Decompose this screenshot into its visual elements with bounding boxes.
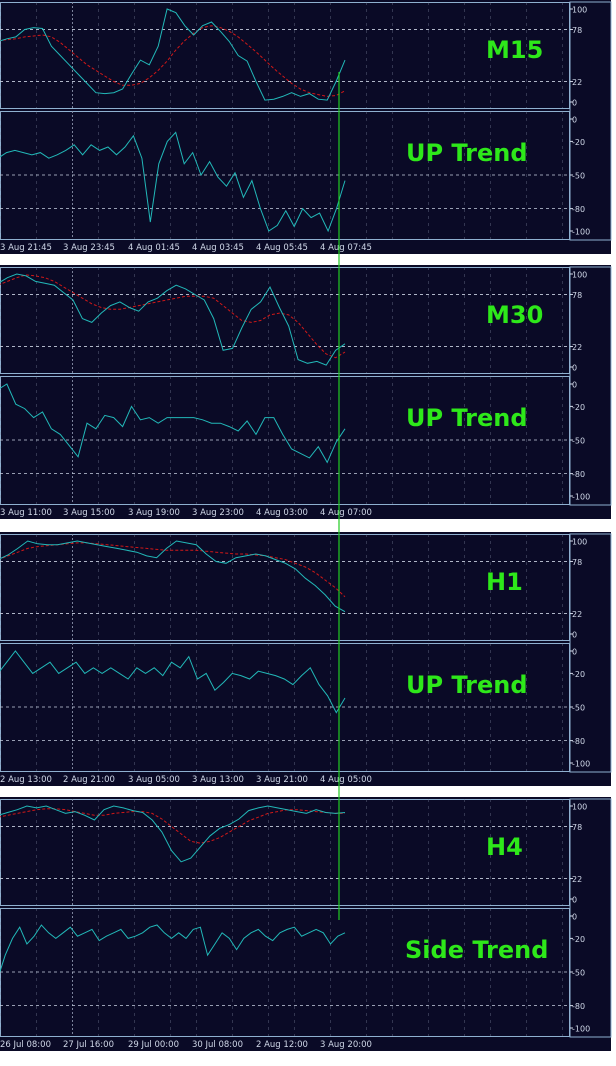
panel-m30: 100 78 22 0 0 -20 -50 -80 -100 3 Aug 11:00 3 Aug 1…: [0, 265, 616, 522]
panel-h1: 100 78 22 0 0 -20 -50 -80 -100 2 Aug 13:00 2 Aug 2…: [0, 532, 616, 789]
lower-tick-label: -50: [572, 704, 585, 713]
upper-tick-label: 22: [572, 875, 582, 884]
lower-tick-label: -80: [572, 1002, 585, 1011]
upper-tick-label: 100: [572, 271, 587, 280]
x-tick-label: 4 Aug 05:00: [320, 775, 372, 785]
x-tick-label: 3 Aug 23:45: [63, 243, 115, 253]
panel-separator: [0, 254, 616, 257]
lower-tick-label: -20: [572, 138, 585, 147]
trend-label: Side Trend: [405, 936, 548, 964]
x-tick-label: 3 Aug 21:00: [256, 775, 308, 785]
lower-tick-label: -80: [572, 205, 585, 214]
trend-label: UP Trend: [406, 671, 528, 699]
lower-tick-label: -100: [572, 493, 590, 502]
x-tick-label: 3 Aug 05:00: [128, 775, 180, 785]
timeframe-label: M15: [486, 36, 543, 64]
lower-tick-label: -50: [572, 969, 585, 978]
x-tick-label: 4 Aug 03:00: [256, 508, 308, 518]
upper-tick-label: 78: [572, 823, 582, 832]
timeframe-label: M30: [486, 301, 543, 329]
lower-tick-label: -50: [572, 437, 585, 446]
lower-tick-label: -100: [572, 760, 590, 769]
upper-tick-label: 100: [572, 803, 587, 812]
x-tick-label: 4 Aug 03:45: [192, 243, 244, 253]
upper-tick-label: 78: [572, 26, 582, 35]
upper-tick-label: 22: [572, 343, 582, 352]
x-tick-label: 30 Jul 08:00: [192, 1040, 243, 1050]
lower-tick-label: -20: [572, 403, 585, 412]
upper-tick-label: 100: [572, 6, 587, 15]
timeframe-label: H4: [486, 833, 523, 861]
upper-tick-label: 22: [572, 78, 582, 87]
panel-separator: [0, 786, 616, 789]
x-tick-label: 3 Aug 11:00: [0, 508, 52, 518]
x-tick-label: 4 Aug 01:45: [128, 243, 180, 253]
upper-tick-label: 0: [572, 631, 577, 640]
lower-tick-label: -100: [572, 1025, 590, 1034]
lower-tick-label: -100: [572, 228, 590, 237]
multi-timeframe-oscillator-chart: 100 78 22 0 0 -20 -50 -80 -100 3 Aug 21:45 3 Aug 2…: [0, 0, 616, 1066]
x-tick-label: 3 Aug 15:00: [63, 508, 115, 518]
upper-tick-label: 100: [572, 538, 587, 547]
x-tick-label: 3 Aug 20:00: [320, 1040, 372, 1050]
panel-m15: 100 78 22 0 0 -20 -50 -80 -100 3 Aug 21:45 3 Aug 2…: [0, 0, 616, 257]
lower-tick-label: -20: [572, 670, 585, 679]
lower-tick-label: 0: [572, 116, 577, 125]
x-tick-label: 3 Aug 13:00: [192, 775, 244, 785]
x-tick-label: 2 Aug 21:00: [63, 775, 115, 785]
x-tick-label: 2 Aug 13:00: [0, 775, 52, 785]
x-tick-label: 26 Jul 08:00: [0, 1040, 51, 1050]
trend-label: UP Trend: [406, 139, 528, 167]
x-tick-label: 2 Aug 12:00: [256, 1040, 308, 1050]
upper-tick-label: 0: [572, 99, 577, 108]
upper-tick-label: 78: [572, 558, 582, 567]
x-tick-label: 4 Aug 05:45: [256, 243, 308, 253]
trend-label: UP Trend: [406, 404, 528, 432]
lower-tick-label: -80: [572, 737, 585, 746]
lower-tick-label: 0: [572, 648, 577, 657]
lower-tick-label: -20: [572, 935, 585, 944]
lower-tick-label: 0: [572, 913, 577, 922]
lower-tick-label: 0: [572, 381, 577, 390]
x-tick-label: 3 Aug 21:45: [0, 243, 52, 253]
x-tick-label: 4 Aug 07:00: [320, 508, 372, 518]
upper-tick-label: 0: [572, 364, 577, 373]
x-tick-label: 27 Jul 16:00: [63, 1040, 114, 1050]
upper-tick-label: 78: [572, 291, 582, 300]
panel-separator: [0, 519, 616, 522]
x-tick-label: 3 Aug 23:00: [192, 508, 244, 518]
timeframe-label: H1: [486, 568, 523, 596]
x-tick-label: 3 Aug 19:00: [128, 508, 180, 518]
x-tick-label: 29 Jul 00:00: [128, 1040, 179, 1050]
x-tick-label: 4 Aug 07:45: [320, 243, 372, 253]
upper-tick-label: 22: [572, 610, 582, 619]
lower-tick-label: -80: [572, 470, 585, 479]
panel-h4: 100 78 22 0 0 -20 -50 -80 -100 26 Jul 08:00 27 Jul…: [0, 797, 616, 1054]
upper-tick-label: 0: [572, 896, 577, 905]
lower-tick-label: -50: [572, 172, 585, 181]
panel-separator: [0, 1051, 616, 1054]
